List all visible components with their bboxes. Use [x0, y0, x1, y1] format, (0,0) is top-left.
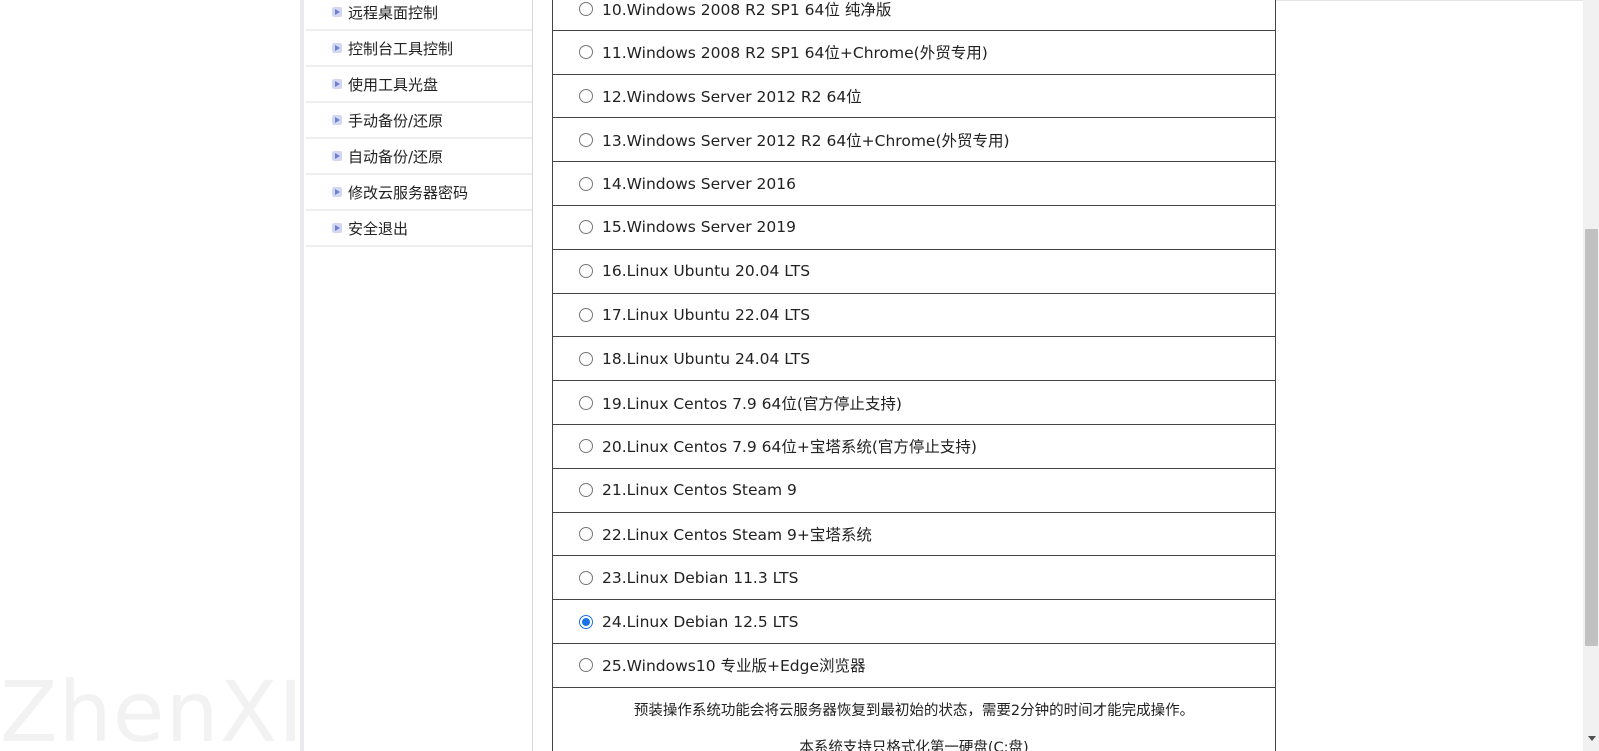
arrow-bullet-icon: [332, 151, 342, 161]
os-radio-button[interactable]: [579, 264, 593, 279]
os-radio-button[interactable]: [579, 395, 593, 410]
sidebar-item-1[interactable]: 远程桌面控制: [306, 0, 532, 31]
os-option-label: 11.Windows 2008 R2 SP1 64位+Chrome(外贸专用): [602, 44, 988, 63]
arrow-bullet-icon: [332, 79, 342, 89]
arrow-bullet-icon: [332, 187, 342, 197]
os-radio-button[interactable]: [579, 483, 593, 498]
arrow-bullet-icon: [332, 115, 342, 125]
sidebar-item-4[interactable]: 手动备份/还原: [306, 103, 532, 139]
os-radio-button[interactable]: [579, 132, 593, 147]
sidebar-item-label: 控制台工具控制: [348, 39, 454, 58]
os-radio-button[interactable]: [579, 307, 593, 322]
os-radio-button[interactable]: [579, 614, 593, 629]
os-radio-button[interactable]: [579, 526, 593, 541]
os-radio-button[interactable]: [579, 45, 593, 60]
os-option-label: 17.Linux Ubuntu 22.04 LTS: [602, 305, 811, 324]
watermark-text: ZhenXI: [0, 663, 305, 751]
os-option-row[interactable]: 13.Windows Server 2012 R2 64位+Chrome(外贸专…: [552, 118, 1276, 163]
os-option-label: 23.Linux Debian 11.3 LTS: [602, 568, 799, 587]
sidebar-item-label: 使用工具光盘: [348, 75, 439, 94]
arrow-bullet-icon: [332, 43, 342, 53]
top-divider: [1276, 0, 1583, 1]
sidebar-item-2[interactable]: 控制台工具控制: [306, 31, 532, 67]
os-radio-button[interactable]: [579, 351, 593, 366]
arrow-bullet-icon: [332, 7, 342, 17]
page: ZhenXI 远程桌面控制 控制台工具控制 使用工具光盘 手动备份/还原 自动备份/还原…: [0, 0, 1599, 751]
os-option-row[interactable]: 14.Windows Server 2016: [552, 162, 1276, 206]
sidebar-item-label: 修改云服务器密码: [348, 183, 469, 202]
sidebar-item-7[interactable]: 安全退出: [306, 211, 532, 247]
os-option-label: 10.Windows 2008 R2 SP1 64位 纯净版: [602, 0, 892, 19]
os-option-row[interactable]: 10.Windows 2008 R2 SP1 64位 纯净版: [552, 0, 1276, 31]
notice-text-format: 本系统支持只格式化第一硬盘(C:盘): [799, 739, 1029, 751]
left-rail-divider: [300, 0, 304, 751]
os-radio-button[interactable]: [579, 658, 593, 673]
os-option-label: 14.Windows Server 2016: [602, 174, 796, 193]
os-option-label: 13.Windows Server 2012 R2 64位+Chrome(外贸专…: [602, 131, 1010, 150]
os-selection-table: 10.Windows 2008 R2 SP1 64位 纯净版 11.Windows…: [552, 0, 1276, 751]
os-radio-button[interactable]: [579, 1, 593, 16]
os-option-row[interactable]: 25.Windows10 专业版+Edge浏览器: [552, 643, 1276, 688]
os-option-label: 15.Windows Server 2019: [602, 218, 796, 237]
os-option-row[interactable]: 20.Linux Centos 7.9 64位+宝塔系统(官方停止支持): [552, 424, 1276, 469]
scrollbar-thumb[interactable]: [1585, 229, 1598, 646]
os-option-label: 25.Windows10 专业版+Edge浏览器: [602, 657, 866, 676]
os-radio-button[interactable]: [579, 176, 593, 191]
os-option-label: 24.Linux Debian 12.5 LTS: [602, 612, 799, 631]
os-option-row[interactable]: 24.Linux Debian 12.5 LTS: [552, 600, 1276, 644]
os-radio-button[interactable]: [579, 220, 593, 235]
os-option-row[interactable]: 18.Linux Ubuntu 24.04 LTS: [552, 337, 1276, 382]
sidebar-item-label: 自动备份/还原: [348, 147, 444, 166]
scroll-down-arrow-icon[interactable]: [1588, 736, 1596, 741]
os-radio-button[interactable]: [579, 570, 593, 585]
sidebar: 远程桌面控制 控制台工具控制 使用工具光盘 手动备份/还原 自动备份/还原修改云服务器密…: [306, 0, 533, 751]
os-option-label: 19.Linux Centos 7.9 64位(官方停止支持): [602, 394, 902, 413]
os-option-row[interactable]: 15.Windows Server 2019: [552, 205, 1276, 250]
os-options-list: 10.Windows 2008 R2 SP1 64位 纯净版 11.Windows…: [552, 0, 1276, 688]
sidebar-item-5[interactable]: 自动备份/还原: [306, 139, 532, 175]
os-option-row[interactable]: 22.Linux Centos Steam 9+宝塔系统: [552, 512, 1276, 557]
os-option-label: 12.Windows Server 2012 R2 64位: [602, 87, 862, 106]
sidebar-item-label: 安全退出: [348, 219, 409, 238]
os-option-label: 22.Linux Centos Steam 9+宝塔系统: [602, 525, 872, 544]
os-option-label: 21.Linux Centos Steam 9: [602, 481, 797, 500]
os-option-row[interactable]: 21.Linux Centos Steam 9: [552, 468, 1276, 513]
os-option-label: 18.Linux Ubuntu 24.04 LTS: [602, 349, 811, 368]
os-option-row[interactable]: 12.Windows Server 2012 R2 64位: [552, 74, 1276, 119]
sidebar-item-3[interactable]: 使用工具光盘: [306, 67, 532, 103]
os-option-row[interactable]: 19.Linux Centos 7.9 64位(官方停止支持): [552, 381, 1276, 425]
os-radio-button[interactable]: [579, 88, 593, 103]
vertical-scrollbar[interactable]: [1583, 0, 1599, 751]
sidebar-item-6[interactable]: 修改云服务器密码: [306, 175, 532, 211]
os-option-row[interactable]: 17.Linux Ubuntu 22.04 LTS: [552, 293, 1276, 338]
os-option-row[interactable]: 11.Windows 2008 R2 SP1 64位+Chrome(外贸专用): [552, 30, 1276, 75]
sidebar-menu: 远程桌面控制 控制台工具控制 使用工具光盘 手动备份/还原 自动备份/还原修改云服务器密…: [306, 0, 532, 247]
os-option-label: 20.Linux Centos 7.9 64位+宝塔系统(官方停止支持): [602, 438, 977, 457]
notice-text-reset: 预装操作系统功能会将云服务器恢复到最初始的状态，需要2分钟的时间才能完成操作。: [633, 702, 1195, 719]
sidebar-item-label: 远程桌面控制: [348, 3, 439, 22]
os-option-row[interactable]: 16.Linux Ubuntu 20.04 LTS: [552, 249, 1276, 294]
os-radio-button[interactable]: [579, 439, 593, 454]
arrow-bullet-icon: [332, 223, 342, 233]
sidebar-item-label: 手动备份/还原: [348, 111, 444, 130]
os-option-row[interactable]: 23.Linux Debian 11.3 LTS: [552, 556, 1276, 601]
os-option-label: 16.Linux Ubuntu 20.04 LTS: [602, 262, 811, 281]
notice-box: 预装操作系统功能会将云服务器恢复到最初始的状态，需要2分钟的时间才能完成操作。 …: [552, 687, 1276, 751]
